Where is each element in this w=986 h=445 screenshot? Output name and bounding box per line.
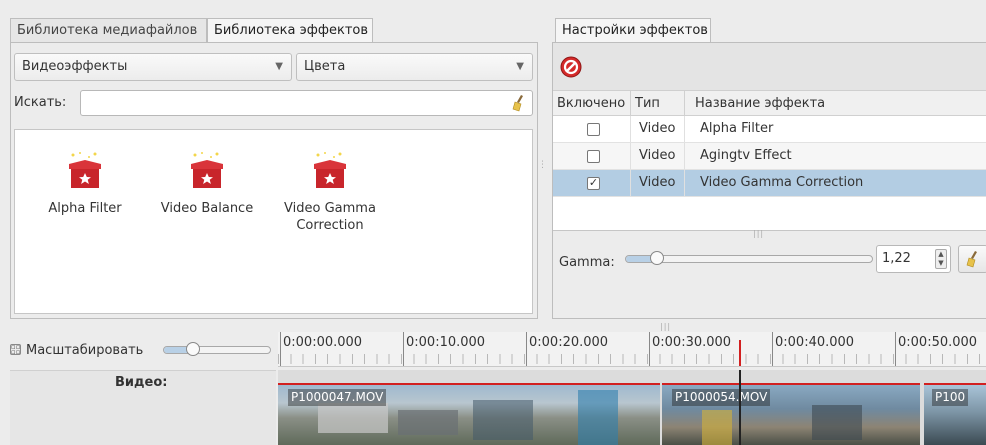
- ruler-major-tick: [895, 332, 896, 366]
- enabled-checkbox[interactable]: [587, 123, 600, 136]
- track-label: Видео:: [115, 375, 168, 390]
- pane-splitter[interactable]: ⋮: [538, 160, 547, 170]
- category-combo-value: Видеоэффекты: [22, 59, 128, 74]
- playhead-marker[interactable]: [739, 340, 741, 366]
- ruler-tick-label: 0:00:40.000: [775, 335, 855, 350]
- ruler-tick-label: 0:00:00.000: [283, 335, 363, 350]
- category-combo[interactable]: Видеоэффекты ▼: [14, 53, 292, 81]
- effect-item-label: Alpha Filter: [48, 201, 122, 216]
- resize-grip[interactable]: |||: [753, 229, 764, 238]
- effects-library-panel: Видеоэффекты ▼ Цвета ▼ Искать: Alpha Fil…: [10, 42, 538, 319]
- column-header-type[interactable]: Тип: [631, 91, 685, 116]
- gift-box-icon: [65, 150, 105, 190]
- zoom-slider-handle[interactable]: [186, 342, 200, 356]
- ruler-major-tick: [403, 332, 404, 366]
- time-ruler[interactable]: 0:00:00.000 0:00:10.000 0:00:20.000 0:00…: [278, 332, 986, 367]
- clip-label: P1000047.MOV: [288, 389, 387, 406]
- chevron-down-icon: ▼: [275, 61, 283, 72]
- spin-arrows-icon[interactable]: ▲ ▼: [935, 249, 947, 269]
- enabled-cell: [553, 143, 631, 169]
- subcategory-combo[interactable]: Цвета ▼: [296, 53, 533, 81]
- broom-icon: [966, 251, 977, 268]
- ruler-ticks: [278, 354, 986, 364]
- clip-thumbnail-shape: [702, 410, 732, 445]
- ruler-major-tick: [772, 332, 773, 366]
- type-cell: Video: [631, 170, 685, 196]
- table-header: Включено Тип Название эффекта: [553, 91, 986, 116]
- enabled-checkbox[interactable]: [587, 150, 600, 163]
- table-row[interactable]: Video Agingtv Effect: [553, 143, 986, 170]
- ruler-tick-label: 0:00:10.000: [406, 335, 486, 350]
- gamma-spinbox[interactable]: 1,22 ▲ ▼: [876, 245, 951, 273]
- gamma-slider-handle[interactable]: [650, 251, 664, 265]
- enabled-checkbox[interactable]: ✓: [587, 177, 600, 190]
- subcategory-combo-value: Цвета: [304, 59, 346, 74]
- effects-grid: Alpha Filter Video Balance Video Gamma C…: [14, 129, 533, 314]
- type-cell: Video: [631, 116, 685, 142]
- track-header: Видео:: [10, 370, 276, 445]
- gamma-value: 1,22: [882, 251, 911, 266]
- gift-box-icon: [310, 150, 350, 190]
- tab-media-library[interactable]: Библиотека медиафайлов: [10, 18, 207, 43]
- clip-label: P100: [932, 389, 969, 406]
- effect-item[interactable]: Video Balance: [147, 150, 267, 217]
- table-row-selected[interactable]: ✓ Video Video Gamma Correction: [553, 170, 986, 197]
- effect-settings-toolbar: [553, 43, 986, 91]
- gift-box-icon: [187, 150, 227, 190]
- chevron-down-icon: ▼: [516, 61, 524, 72]
- name-cell: Agingtv Effect: [700, 148, 792, 163]
- ruler-major-tick: [526, 332, 527, 366]
- timeline: ▫▫ ▫▫ Масштабировать 0:00:00.000 0:00:10.…: [0, 332, 986, 445]
- effect-item-label: Video Balance: [160, 201, 254, 216]
- no-entry-icon[interactable]: [559, 55, 583, 79]
- zoom-fit-icon[interactable]: ▫▫ ▫▫: [10, 344, 21, 356]
- ruler-major-tick: [280, 332, 281, 366]
- ruler-major-tick: [649, 332, 650, 366]
- video-clip[interactable]: P1000054.MOV: [662, 383, 920, 445]
- name-cell: Video Gamma Correction: [700, 175, 864, 190]
- enabled-cell: [553, 116, 631, 142]
- name-cell: Alpha Filter: [700, 121, 774, 136]
- playhead-line[interactable]: [739, 370, 741, 445]
- clip-label: P1000054.MOV: [672, 389, 771, 406]
- zoom-slider[interactable]: [163, 342, 271, 356]
- ruler-tick-label: 0:00:50.000: [898, 335, 978, 350]
- ruler-tick-label: 0:00:20.000: [529, 335, 609, 350]
- enabled-cell: ✓: [553, 170, 631, 196]
- column-header-name[interactable]: Название эффекта: [685, 91, 986, 116]
- clip-thumbnail-shape: [812, 405, 862, 440]
- search-input[interactable]: [80, 90, 533, 116]
- ruler-tick-label: 0:00:30.000: [652, 335, 732, 350]
- vertical-splitter-grip[interactable]: |||: [660, 322, 671, 331]
- column-header-enabled[interactable]: Включено: [553, 91, 631, 116]
- gamma-reset-button[interactable]: [958, 245, 986, 273]
- tab-effects-library[interactable]: Библиотека эффектов: [207, 18, 373, 43]
- effects-table: Включено Тип Название эффекта Video Alph…: [553, 91, 986, 231]
- clip-thumbnail-shape: [398, 410, 458, 435]
- search-label: Искать:: [14, 95, 67, 110]
- clip-thumbnail-shape: [578, 390, 618, 445]
- effect-item-label: Video Gamma Correction: [284, 201, 376, 233]
- clip-thumbnail-shape: [473, 400, 533, 440]
- video-track: P1000047.MOV P1000054.MOV P100: [278, 370, 986, 445]
- gamma-label: Gamma:: [559, 255, 615, 270]
- clip-thumbnail-shape: [318, 403, 388, 433]
- broom-icon[interactable]: [512, 94, 526, 112]
- type-cell: Video: [631, 143, 685, 169]
- table-row[interactable]: Video Alpha Filter: [553, 116, 986, 143]
- effect-item[interactable]: Video Gamma Correction: [270, 150, 390, 234]
- zoom-label: Масштабировать: [26, 343, 144, 358]
- video-clip[interactable]: P100: [924, 383, 986, 445]
- effect-item[interactable]: Alpha Filter: [25, 150, 145, 217]
- tab-effect-settings[interactable]: Настройки эффектов: [555, 18, 711, 43]
- effect-settings-panel: Включено Тип Название эффекта Video Alph…: [552, 42, 986, 319]
- gamma-slider[interactable]: [625, 251, 873, 265]
- video-clip[interactable]: P1000047.MOV: [278, 383, 660, 445]
